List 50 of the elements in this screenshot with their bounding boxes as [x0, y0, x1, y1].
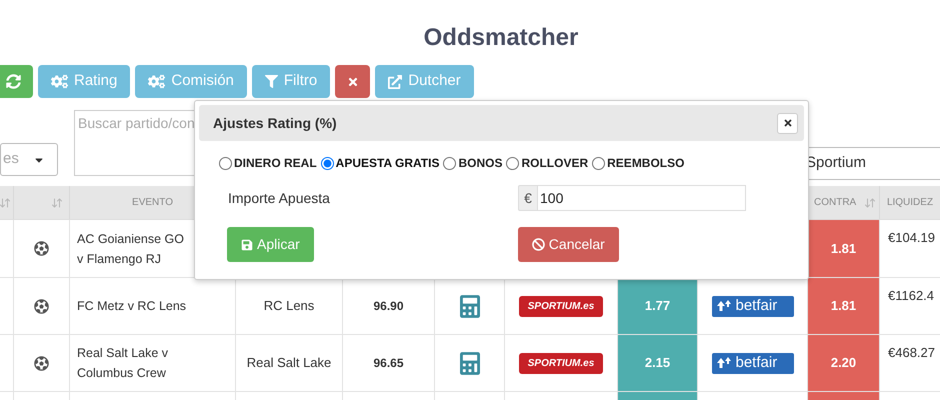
event-name: FC Metz v RC Lens [77, 298, 186, 315]
exchange-logo: betfair [712, 296, 794, 316]
rating-value: 96.90 [373, 298, 404, 315]
lay-odds: 2.20 [830, 354, 856, 372]
radio-label[interactable]: ROLLOVER [521, 154, 588, 172]
bookmaker-logo: SPORTIUM.es [519, 296, 603, 316]
radio-label[interactable]: APUESTA GRATIS [336, 154, 440, 172]
lay-odds: 1.81 [830, 297, 856, 316]
cancel-button[interactable]: Cancelar [518, 227, 619, 262]
calculator-icon[interactable] [460, 294, 480, 318]
liquidity-value: €104.19 [888, 229, 935, 247]
gears-icon [51, 74, 68, 89]
ban-icon [532, 238, 545, 251]
page-title: Oddsmatcher [424, 23, 578, 53]
lay-odds: 1.81 [830, 240, 856, 258]
calculator-icon[interactable] [460, 350, 480, 376]
back-odds: 2.15 [644, 354, 670, 372]
refresh-button[interactable] [0, 65, 33, 98]
radio-button[interactable] [320, 156, 334, 170]
selection-text: RC Lens [264, 297, 314, 316]
column-header: CONTRA [814, 196, 856, 210]
close-icon [346, 76, 359, 88]
radio-label[interactable]: REEMBOLSO [607, 154, 684, 172]
radio-button[interactable] [592, 156, 606, 170]
radio-button[interactable] [219, 156, 232, 170]
close-icon [782, 118, 792, 128]
radio-button[interactable] [443, 156, 456, 170]
external-link-icon [388, 74, 402, 88]
event-name: Real Salt Lake v Columbus Crew [77, 345, 170, 382]
event-name: AC Goianiense GO v Flamengo RJ [77, 230, 185, 268]
bookmaker-logo: SPORTIUM.es [519, 352, 603, 374]
selection-text: Real Salt Lake [246, 354, 332, 372]
back-odds: 1.77 [644, 297, 670, 316]
save-icon [241, 238, 253, 250]
amount-field[interactable]: 100 [538, 185, 746, 211]
radio-button[interactable] [506, 156, 520, 170]
radio-label[interactable]: BONOS [458, 154, 502, 172]
exchange-logo: betfair [712, 352, 794, 374]
refresh-icon [6, 74, 20, 89]
filter-icon [264, 75, 278, 88]
rating-value: 96.65 [373, 355, 404, 372]
column-header: LIQUIDEZ [886, 196, 934, 210]
clear-button[interactable] [335, 65, 370, 98]
column-header: EVENTO [132, 196, 173, 210]
close-button[interactable] [777, 112, 798, 134]
liquidity-value: €468.27 [888, 344, 935, 362]
gears-icon [148, 74, 166, 89]
currency-addon: € [518, 185, 538, 211]
liquidity-value: €1162.4 [888, 287, 934, 305]
amount-label: Importe Apuesta [228, 188, 331, 208]
